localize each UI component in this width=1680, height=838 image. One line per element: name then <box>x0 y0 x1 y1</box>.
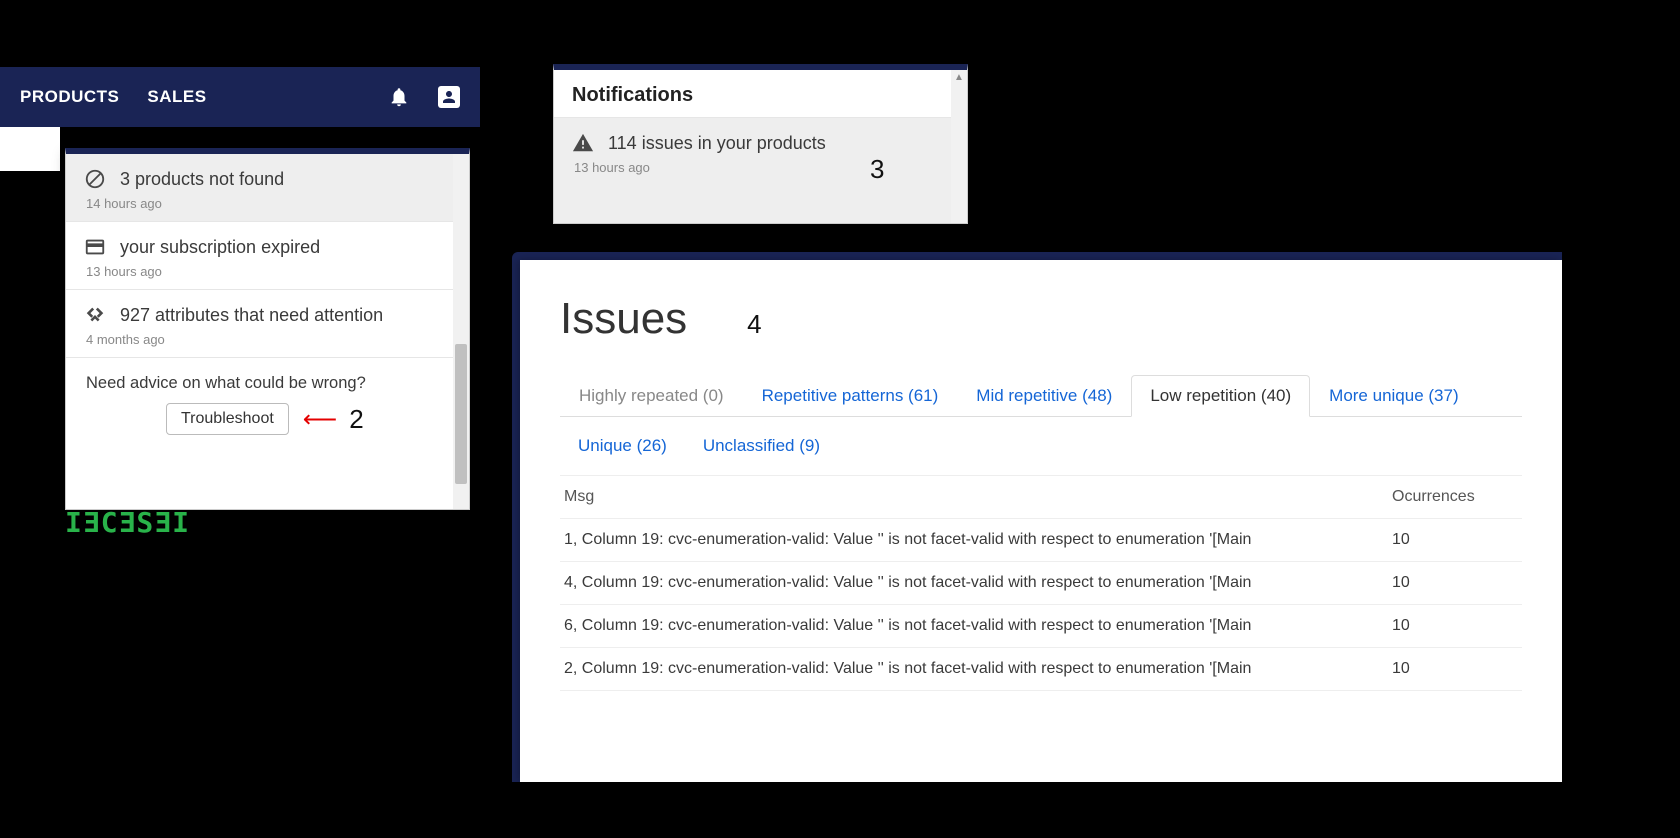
cell-msg: 6, Column 19: cvc-enumeration-valid: Val… <box>560 617 1392 635</box>
scrollbar[interactable]: ▲ <box>951 70 967 223</box>
tab-low-repetition[interactable]: Low repetition (40) <box>1131 375 1310 417</box>
notification-item[interactable]: 114 issues in your products 13 hours ago <box>554 118 951 223</box>
arrow-annotation: ⟵ <box>303 405 335 434</box>
notification-time: 13 hours ago <box>86 264 435 279</box>
notification-item[interactable]: your subscription expired 13 hours ago <box>66 222 453 290</box>
background-text-fragment: IƎCƎSƎI <box>65 506 190 539</box>
bell-icon[interactable] <box>388 86 410 108</box>
account-icon[interactable] <box>438 86 460 108</box>
col-msg: Msg <box>560 488 1392 506</box>
notification-text: your subscription expired <box>120 237 320 258</box>
tab-repetitive-patterns[interactable]: Repetitive patterns (61) <box>743 375 958 417</box>
cell-msg: 1, Column 19: cvc-enumeration-valid: Val… <box>560 531 1392 549</box>
col-occurrences: Ocurrences <box>1392 488 1522 506</box>
tab-highly-repeated: Highly repeated (0) <box>560 375 743 417</box>
block-icon <box>84 168 106 190</box>
table-row[interactable]: 4, Column 19: cvc-enumeration-valid: Val… <box>560 562 1522 605</box>
issues-title: Issues <box>560 294 687 344</box>
nav-sales[interactable]: SALES <box>147 87 206 107</box>
handshake-icon <box>84 304 106 326</box>
issues-panel: Issues 4 Highly repeated (0) Repetitive … <box>520 260 1562 782</box>
issues-table: Msg Ocurrences 1, Column 19: cvc-enumera… <box>560 475 1522 691</box>
notification-text: 927 attributes that need attention <box>120 305 383 326</box>
table-header: Msg Ocurrences <box>560 476 1522 519</box>
cell-occ: 10 <box>1392 531 1522 549</box>
tab-more-unique[interactable]: More unique (37) <box>1310 375 1477 417</box>
top-navbar: PRODUCTS SALES <box>0 67 480 127</box>
nav-products[interactable]: PRODUCTS <box>20 87 119 107</box>
cell-occ: 10 <box>1392 617 1522 635</box>
issues-window: Issues 4 Highly repeated (0) Repetitive … <box>512 252 1562 782</box>
notification-item[interactable]: 927 attributes that need attention 4 mon… <box>66 290 453 358</box>
step-label-2: 2 <box>349 404 363 435</box>
notification-time: 14 hours ago <box>86 196 435 211</box>
tab-mid-repetitive[interactable]: Mid repetitive (48) <box>957 375 1131 417</box>
scrollbar-thumb[interactable] <box>455 344 467 484</box>
notification-text: 114 issues in your products <box>608 133 826 154</box>
cell-occ: 10 <box>1392 660 1522 678</box>
notification-time: 4 months ago <box>86 332 435 347</box>
notification-text: 3 products not found <box>120 169 284 190</box>
issues-tabs-row2: Unique (26) Unclassified (9) <box>560 417 1522 475</box>
footer-question: Need advice on what could be wrong? <box>86 374 433 393</box>
notifications-dropdown: 3 products not found 14 hours ago your s… <box>65 148 470 510</box>
table-row[interactable]: 2, Column 19: cvc-enumeration-valid: Val… <box>560 648 1522 691</box>
scrollbar[interactable] <box>453 154 469 509</box>
notification-footer: Need advice on what could be wrong? Trou… <box>66 358 453 453</box>
tab-unclassified[interactable]: Unclassified (9) <box>685 426 838 466</box>
tab-unique[interactable]: Unique (26) <box>560 426 685 466</box>
step-label-4: 4 <box>747 309 761 340</box>
warning-icon <box>572 132 594 154</box>
cell-msg: 4, Column 19: cvc-enumeration-valid: Val… <box>560 574 1392 592</box>
cell-occ: 10 <box>1392 574 1522 592</box>
notifications-panel: ▲ Notifications 114 issues in your produ… <box>553 64 968 224</box>
table-row[interactable]: 6, Column 19: cvc-enumeration-valid: Val… <box>560 605 1522 648</box>
issues-tabs: Highly repeated (0) Repetitive patterns … <box>560 374 1522 417</box>
notifications-header: Notifications <box>554 70 951 118</box>
cell-msg: 2, Column 19: cvc-enumeration-valid: Val… <box>560 660 1392 678</box>
scroll-up-arrow[interactable]: ▲ <box>954 72 964 83</box>
table-row[interactable]: 1, Column 19: cvc-enumeration-valid: Val… <box>560 519 1522 562</box>
card-icon <box>84 236 106 258</box>
troubleshoot-button[interactable]: Troubleshoot <box>166 403 289 435</box>
step-label-3: 3 <box>870 154 884 185</box>
white-bg-fragment <box>0 127 60 171</box>
notification-item[interactable]: 3 products not found 14 hours ago <box>66 154 453 222</box>
